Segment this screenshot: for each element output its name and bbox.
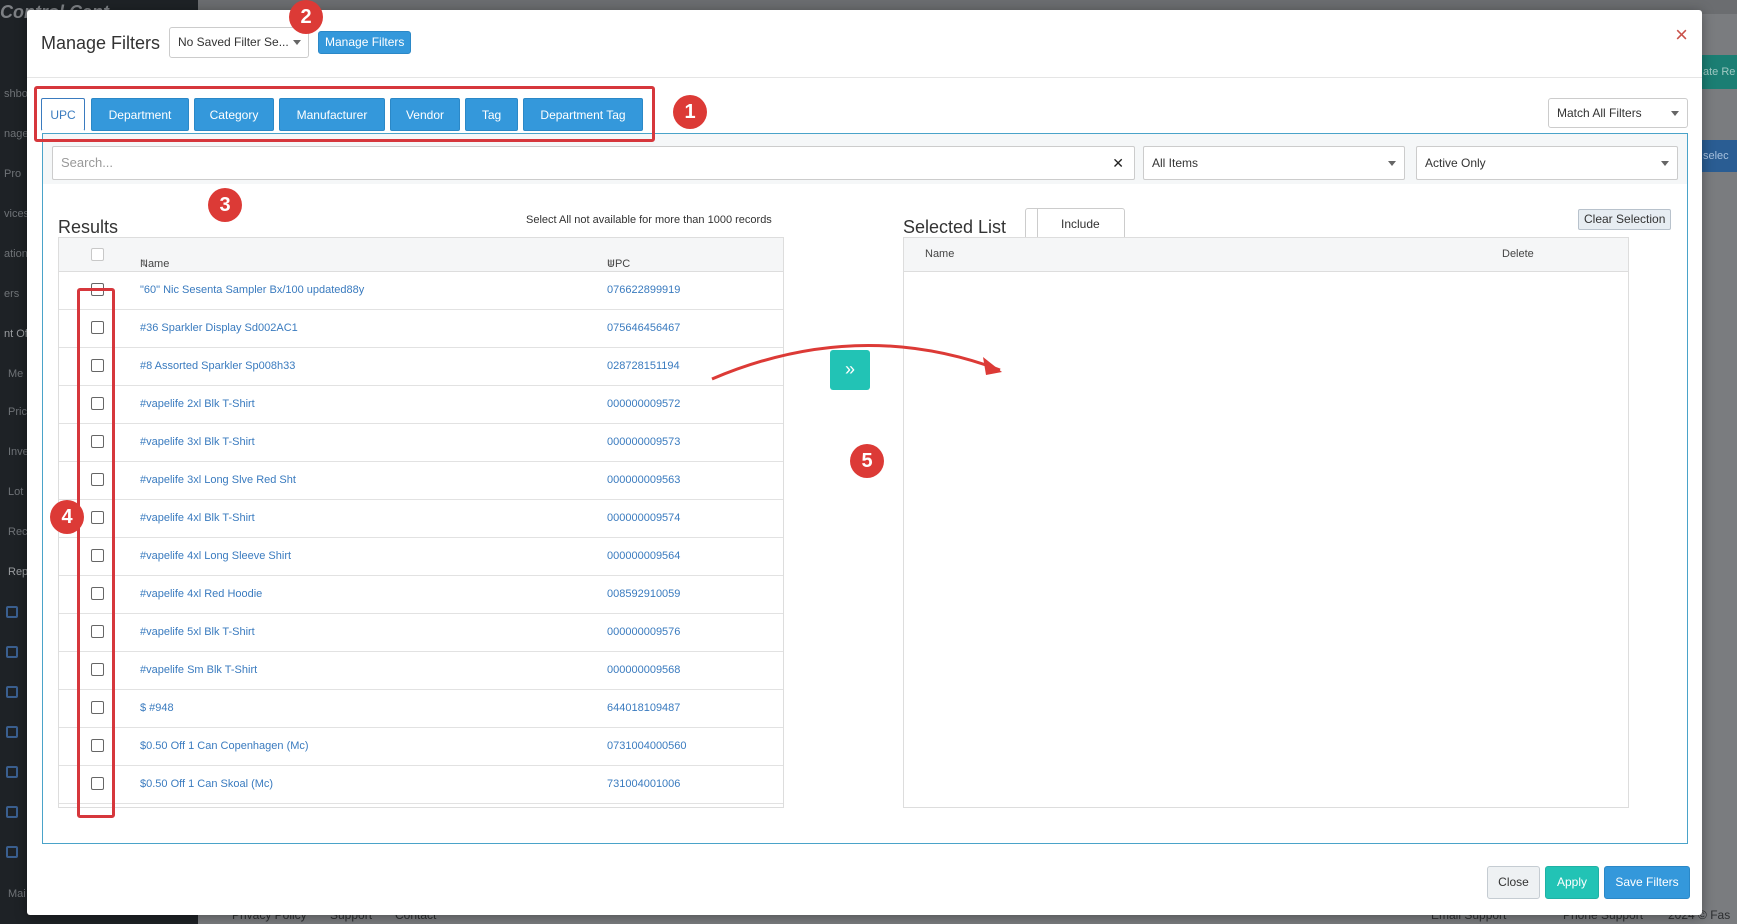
arrow-line	[711, 343, 1001, 381]
annotation-arrow	[711, 343, 1002, 381]
arrow-head	[983, 357, 1002, 375]
